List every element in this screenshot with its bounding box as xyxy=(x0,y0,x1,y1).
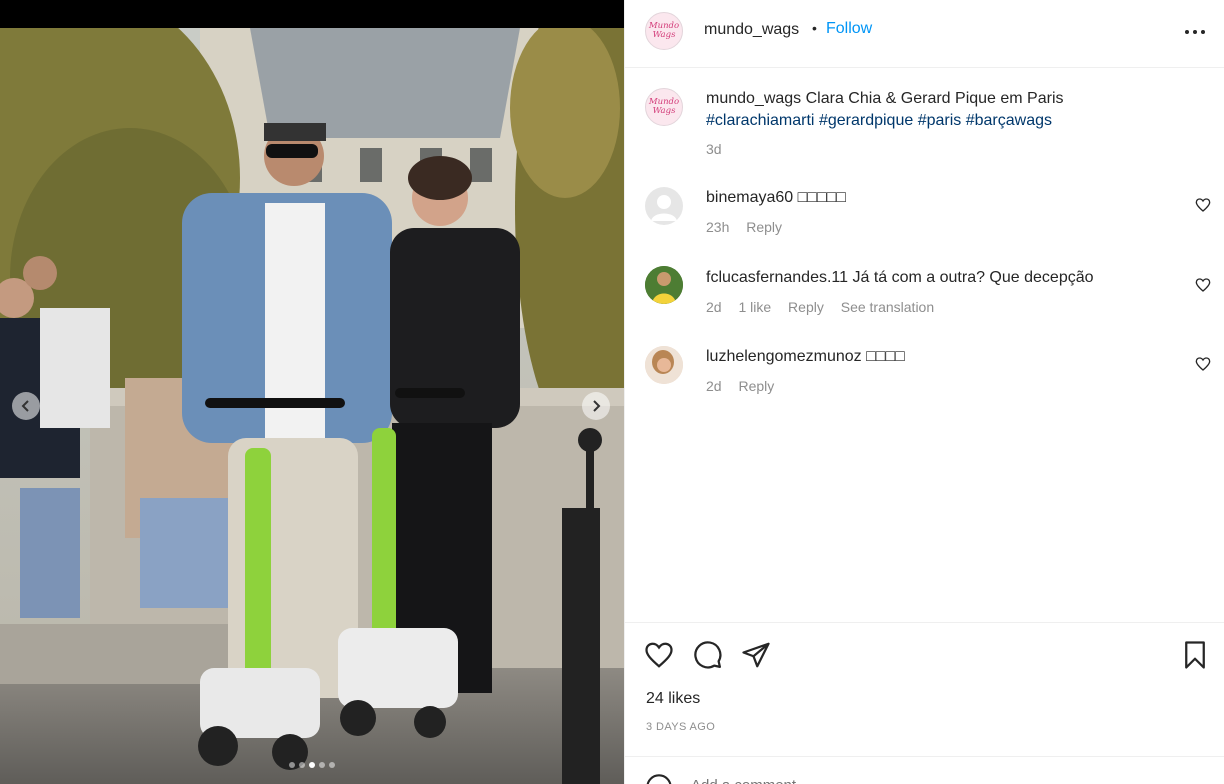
post-header: Mundo Wags mundo_wags • Follow xyxy=(625,0,1224,68)
likes-count[interactable]: 24 likes xyxy=(646,690,700,708)
caption: mundo_wags Clara Chia & Gerard Pique em … xyxy=(706,88,1064,110)
comment: binemaya60 □□□□□ xyxy=(706,187,846,209)
commenter-avatar[interactable] xyxy=(645,187,683,225)
post-side-panel: Mundo Wags mundo_wags • Follow Mundo Wag… xyxy=(624,0,1224,784)
heart-icon[interactable] xyxy=(1195,356,1211,372)
caption-avatar[interactable]: Mundo Wags xyxy=(645,88,683,126)
comment-time: 2d xyxy=(706,378,722,394)
comment: fclucasfernandes.11 Já tá com a outra? Q… xyxy=(706,267,1094,289)
heart-icon[interactable] xyxy=(1195,277,1211,293)
caption-hashtags: #clarachiamarti #gerardpique #paris #bar… xyxy=(706,110,1052,132)
post-media xyxy=(0,0,624,784)
comment-text: □□□□ xyxy=(866,348,905,365)
carousel-indicator xyxy=(0,762,624,768)
caption-time: 3d xyxy=(706,141,722,157)
comment-meta: 2d Reply xyxy=(706,378,787,394)
heart-icon[interactable] xyxy=(1195,197,1211,213)
follow-button[interactable]: Follow xyxy=(826,20,872,38)
avatar-logo-text: Mundo Wags xyxy=(648,97,680,116)
post-timestamp: 3 DAYS AGO xyxy=(646,721,716,733)
author-avatar[interactable]: Mundo Wags xyxy=(645,12,683,50)
comment-time: 2d xyxy=(706,299,722,315)
comment-input[interactable] xyxy=(691,775,1131,784)
reply-button[interactable]: Reply xyxy=(746,219,782,235)
comment-username[interactable]: binemaya60 xyxy=(706,189,793,206)
carousel-dot xyxy=(289,762,295,768)
avatar-logo-text: Mundo Wags xyxy=(648,21,680,40)
profile-photo-icon xyxy=(645,346,683,384)
carousel-dot xyxy=(309,762,315,768)
hashtag-link[interactable]: #clarachiamarti xyxy=(706,112,814,129)
hashtag-link[interactable]: #gerardpique xyxy=(819,112,913,129)
reply-button[interactable]: Reply xyxy=(738,378,774,394)
profile-photo-icon xyxy=(645,266,683,304)
more-options-icon[interactable] xyxy=(1182,22,1208,42)
comment-meta: 23h Reply xyxy=(706,219,795,235)
caption-username[interactable]: mundo_wags xyxy=(706,90,801,107)
bookmark-icon[interactable] xyxy=(1180,640,1210,670)
comment-likes[interactable]: 1 like xyxy=(738,299,771,315)
post-photo xyxy=(0,28,624,784)
chevron-right-icon xyxy=(593,400,601,412)
comment-meta: 2d 1 like Reply See translation xyxy=(706,299,947,315)
comment-icon[interactable] xyxy=(693,640,723,670)
heart-icon[interactable] xyxy=(644,640,674,670)
comment-text: Já tá com a outra? Que decepção xyxy=(852,269,1094,286)
add-comment-bar xyxy=(625,756,1224,784)
post-actions: 24 likes 3 DAYS AGO xyxy=(625,622,1224,762)
hashtag-link[interactable]: #paris xyxy=(918,112,962,129)
share-icon[interactable] xyxy=(741,640,771,670)
comment-time: 23h xyxy=(706,219,730,235)
author-username[interactable]: mundo_wags xyxy=(704,21,799,39)
comment-text: □□□□□ xyxy=(797,189,846,206)
chevron-left-icon xyxy=(21,400,29,412)
comment-username[interactable]: luzhelengomezmunoz xyxy=(706,348,862,365)
carousel-dot xyxy=(329,762,335,768)
carousel-dot xyxy=(319,762,325,768)
comment: luzhelengomezmunoz □□□□ xyxy=(706,346,905,368)
reply-button[interactable]: Reply xyxy=(788,299,824,315)
default-avatar-icon xyxy=(651,195,677,221)
commenter-avatar[interactable] xyxy=(645,346,683,384)
carousel-dot xyxy=(299,762,305,768)
header-separator: • xyxy=(812,20,817,36)
carousel-next-button[interactable] xyxy=(582,392,610,420)
comment-username[interactable]: fclucasfernandes.11 xyxy=(706,269,848,286)
commenter-avatar[interactable] xyxy=(645,266,683,304)
hashtag-link[interactable]: #barçawags xyxy=(966,112,1052,129)
carousel-prev-button[interactable] xyxy=(12,392,40,420)
emoji-icon[interactable] xyxy=(645,773,673,784)
caption-text: Clara Chia & Gerard Pique em Paris xyxy=(805,90,1064,107)
see-translation-button[interactable]: See translation xyxy=(841,299,934,315)
